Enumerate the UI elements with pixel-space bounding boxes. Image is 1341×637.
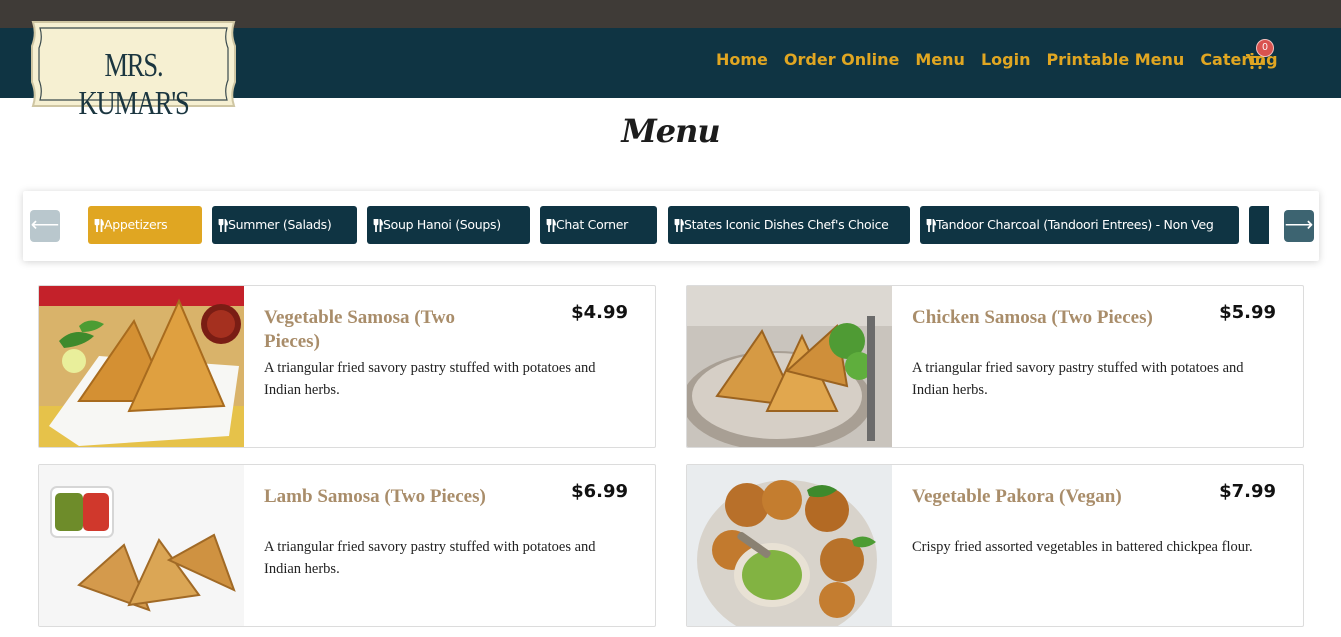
vegetable-samosa-photo bbox=[39, 286, 244, 447]
fork-knife-icon bbox=[546, 219, 556, 232]
menu-item-description: A triangular fried savory pastry stuffed… bbox=[912, 360, 1244, 398]
page-title: Menu bbox=[621, 112, 720, 150]
category-tandoor-charcoal[interactable]: Tandoor Charcoal (Tandoori Entrees) - No… bbox=[920, 206, 1239, 244]
nav-printable-menu[interactable]: Printable Menu bbox=[1046, 50, 1184, 69]
category-appetizers[interactable]: Appetizers bbox=[88, 206, 202, 244]
fork-knife-icon bbox=[94, 219, 104, 232]
cart-count-badge: 0 bbox=[1256, 39, 1274, 57]
menu-item-name[interactable]: Vegetable Pakora (Vegan) bbox=[912, 485, 1202, 509]
nav-order-online[interactable]: Order Online bbox=[784, 50, 899, 69]
carousel-next-button[interactable]: ⟶ bbox=[1284, 210, 1314, 242]
carousel-prev-button[interactable]: ⟵ bbox=[30, 210, 60, 242]
menu-item-card[interactable]: Vegetable Samosa (Two Pieces) $4.99 A tr… bbox=[38, 285, 656, 448]
menu-item-description: Crispy fried assorted vegetables in batt… bbox=[912, 539, 1253, 555]
category-carousel: ⟵ Appetizers Summer (Salads) Soup Hanoi … bbox=[23, 191, 1319, 261]
menu-item-card[interactable]: Chicken Samosa (Two Pieces) $5.99 A tria… bbox=[686, 285, 1304, 448]
fork-knife-icon bbox=[218, 219, 228, 232]
menu-item-description: A triangular fried savory pastry stuffed… bbox=[264, 360, 596, 398]
fork-knife-icon bbox=[674, 219, 684, 232]
nav-login[interactable]: Login bbox=[981, 50, 1031, 69]
category-label: Soup Hanoi (Soups) bbox=[383, 217, 501, 232]
brand-logo[interactable]: MRS. KUMAR'S bbox=[27, 20, 240, 122]
nav-home[interactable]: Home bbox=[716, 50, 768, 69]
menu-item-price: $6.99 bbox=[571, 481, 628, 502]
main-nav: Home Order Online Menu Login Printable M… bbox=[716, 50, 1294, 69]
category-summer-salads[interactable]: Summer (Salads) bbox=[212, 206, 357, 244]
lamb-samosa-photo bbox=[39, 465, 244, 626]
menu-item-name[interactable]: Chicken Samosa (Two Pieces) bbox=[912, 306, 1202, 330]
fork-knife-icon bbox=[926, 219, 936, 232]
category-label: Summer (Salads) bbox=[228, 217, 332, 232]
menu-item-card[interactable]: Lamb Samosa (Two Pieces) $6.99 A triangu… bbox=[38, 464, 656, 627]
category-label: States Iconic Dishes Chef's Choice bbox=[684, 217, 889, 232]
vegetable-pakora-photo bbox=[687, 465, 892, 626]
category-label: Appetizers bbox=[104, 217, 168, 232]
category-next-partial[interactable] bbox=[1249, 206, 1269, 244]
menu-item-price: $4.99 bbox=[571, 302, 628, 323]
category-label: Tandoor Charcoal (Tandoori Entrees) - No… bbox=[936, 217, 1214, 232]
nav-menu[interactable]: Menu bbox=[915, 50, 965, 69]
menu-item-price: $5.99 bbox=[1219, 302, 1276, 323]
category-label: Chat Corner bbox=[556, 217, 628, 232]
menu-item-price: $7.99 bbox=[1219, 481, 1276, 502]
category-soup-hanoi[interactable]: Soup Hanoi (Soups) bbox=[367, 206, 530, 244]
chicken-samosa-photo bbox=[687, 286, 892, 447]
menu-item-description: A triangular fried savory pastry stuffed… bbox=[264, 539, 596, 577]
category-track: Appetizers Summer (Salads) Soup Hanoi (S… bbox=[88, 206, 1269, 246]
menu-item-name[interactable]: Lamb Samosa (Two Pieces) bbox=[264, 485, 554, 509]
category-states-iconic-dishes[interactable]: States Iconic Dishes Chef's Choice bbox=[668, 206, 910, 244]
fork-knife-icon bbox=[373, 219, 383, 232]
menu-item-name[interactable]: Vegetable Samosa (Two Pieces) bbox=[264, 306, 504, 354]
category-chat-corner[interactable]: Chat Corner bbox=[540, 206, 657, 244]
menu-item-card[interactable]: Vegetable Pakora (Vegan) $7.99 Crispy fr… bbox=[686, 464, 1304, 627]
